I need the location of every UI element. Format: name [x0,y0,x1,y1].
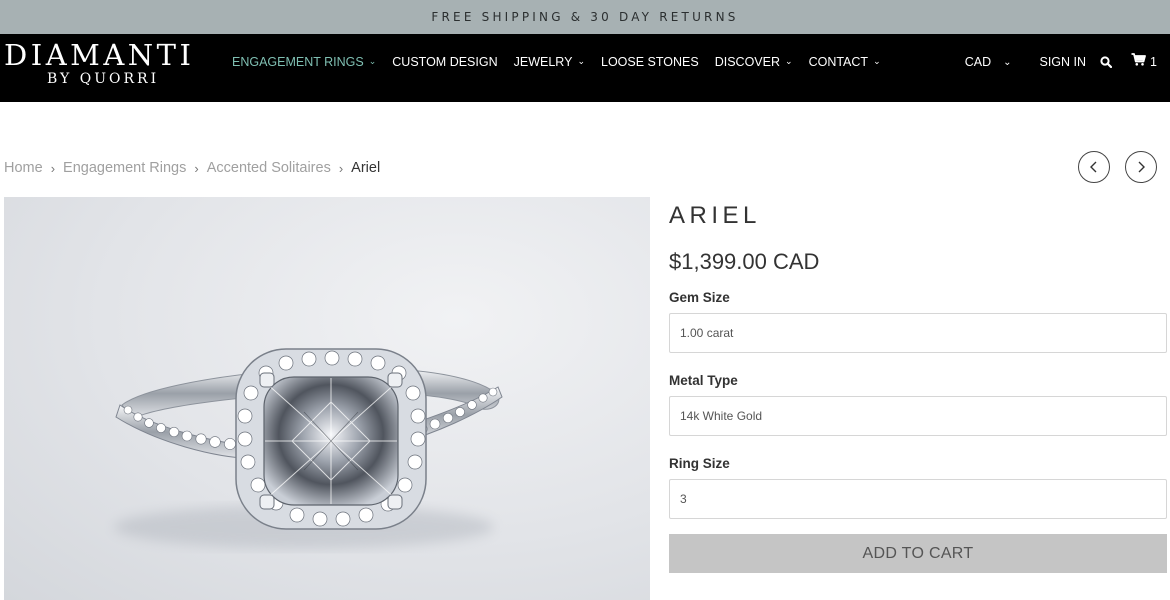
product-title: ARIEL [669,202,761,229]
previous-product-button[interactable] [1078,151,1110,183]
search-icon[interactable] [1100,56,1113,69]
nav-item-label: JEWELRY [513,54,573,69]
header-utilities: CAD ⌄ SIGN IN 1 [965,34,1170,90]
nav-item-label: LOOSE STONES [601,54,699,69]
nav-item-custom-design[interactable]: CUSTOM DESIGN [392,55,497,69]
product-info: ARIEL $1,399.00 CAD Gem Size 1.00 carat … [669,197,1167,573]
arrow-right-icon [1138,161,1145,173]
chevron-down-icon: ⌄ [368,56,377,66]
gem-size-value: 1.00 carat [680,326,734,340]
metal-type-label: Metal Type [669,373,738,388]
ring-photo [114,348,503,549]
nav-item-label: CONTACT [808,54,869,69]
gem-size-select[interactable]: 1.00 carat [669,313,1167,353]
sign-in-link[interactable]: SIGN IN [1040,55,1087,69]
gem-size-label: Gem Size [669,290,730,305]
promo-text: FREE SHIPPING & 30 DAY RETURNS [431,10,739,24]
ring-size-value: 3 [680,492,687,506]
logo[interactable]: DIAMANTI BY QUORRI [4,38,209,88]
breadcrumb-separator: › [194,160,199,176]
breadcrumb-engagement-rings[interactable]: Engagement Rings [63,160,186,176]
breadcrumb-separator: › [50,160,56,176]
breadcrumb-home[interactable]: Home [4,160,43,176]
breadcrumb-separator: › [338,160,344,176]
arrow-left-icon [1090,161,1097,173]
ring-size-label: Ring Size [669,456,730,471]
cart-button[interactable]: 1 [1131,53,1157,71]
next-product-button[interactable] [1125,151,1157,183]
main-nav: ENGAGEMENT RINGS ⌄ CUSTOM DESIGN JEWELRY… [232,34,897,89]
logo-subtitle: BY QUORRI [47,71,160,87]
nav-item-contact[interactable]: CONTACT ⌄ [809,55,881,69]
site-header: DIAMANTI BY QUORRI ENGAGEMENT RINGS ⌄ CU… [0,34,1170,102]
nav-item-label: CUSTOM DESIGN [392,54,498,69]
cart-icon [1131,53,1146,71]
breadcrumb-current: Ariel [351,160,381,176]
chevron-down-icon: ⌄ [873,56,881,66]
nav-item-engagement-rings[interactable]: ENGAGEMENT RINGS ⌄ [232,55,376,69]
metal-type-value: 14k White Gold [680,409,763,423]
chevron-down-icon: ⌄ [785,56,793,66]
currency-selector[interactable]: CAD ⌄ [965,55,1012,69]
logo-wordmark: DIAMANTI [4,38,195,72]
nav-item-discover[interactable]: DISCOVER ⌄ [715,55,793,69]
chevron-down-icon: ⌄ [1003,56,1012,68]
breadcrumb-accented-solitaires[interactable]: Accented Solitaires [207,160,331,176]
add-to-cart-button[interactable]: ADD TO CART [669,534,1167,573]
cart-count: 1 [1150,55,1157,69]
nav-item-label: ENGAGEMENT RINGS [232,54,364,69]
nav-item-loose-stones[interactable]: LOOSE STONES [601,55,699,69]
ring-size-select[interactable]: 3 [669,479,1167,519]
breadcrumb: Home › Engagement Rings › Accented Solit… [4,160,380,176]
product-image[interactable] [4,197,650,600]
metal-type-select[interactable]: 14k White Gold [669,396,1167,436]
product-price: $1,399.00 CAD [669,249,820,274]
nav-item-label: DISCOVER [714,54,781,69]
chevron-down-icon: ⌄ [577,56,585,66]
promo-bar: FREE SHIPPING & 30 DAY RETURNS [0,0,1170,34]
currency-value: CAD [964,55,992,69]
nav-item-jewelry[interactable]: JEWELRY ⌄ [514,55,585,69]
